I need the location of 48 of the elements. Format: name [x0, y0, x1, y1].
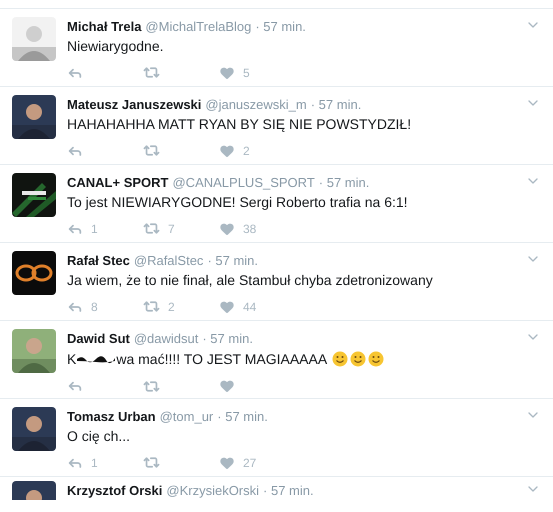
- like-count: 27: [243, 454, 256, 472]
- author-name[interactable]: CANAL+ SPORT: [67, 173, 168, 192]
- like-count: 5: [243, 64, 250, 82]
- author-handle: @dawidsut: [134, 330, 198, 348]
- tweet-time: · 57 min.: [255, 18, 306, 36]
- retweet-count: 2: [168, 298, 175, 316]
- tweet-text: Niewiarygodne.: [67, 36, 164, 56]
- reply-count: 1: [91, 220, 98, 238]
- heart-icon[interactable]: [219, 378, 235, 394]
- smiley-icon: [332, 351, 348, 367]
- author-handle: @MichalTrelaBlog: [145, 18, 252, 36]
- author-name[interactable]: Mateusz Januszewski: [67, 95, 202, 114]
- like-count: 2: [243, 142, 250, 160]
- reply-count: 8: [91, 298, 98, 316]
- reply-count: 1: [91, 454, 98, 472]
- tweet-time: · 57 min.: [318, 174, 370, 192]
- tweet-time: · 57 min.: [207, 252, 258, 270]
- author-handle: @tom_ur: [160, 408, 214, 426]
- author-handle: @CANALPLUS_SPORT: [172, 174, 315, 192]
- author-name[interactable]: Rafał Stec: [67, 251, 130, 270]
- tweet-text: O cię ch...: [67, 426, 132, 446]
- smiley-icon: [368, 351, 384, 367]
- author-name[interactable]: Tomasz Urban: [67, 407, 156, 426]
- retweet-count: 7: [168, 220, 175, 238]
- tweet-text: Ja wiem, że to nie finał, ale Stambuł chyba zdetronizowany: [67, 270, 434, 290]
- heart-icon[interactable]: [219, 298, 235, 314]
- like-count: 44: [243, 298, 256, 316]
- like-count: 38: [243, 220, 256, 238]
- smiley-icon: [350, 351, 366, 367]
- author-name[interactable]: Krzysztof Orski: [67, 481, 162, 500]
- author-name[interactable]: Michał Trela: [67, 17, 142, 36]
- heart-icon[interactable]: [219, 454, 235, 470]
- author-handle: @KrzysiekOrski: [166, 482, 260, 500]
- tweet-time: · 57 min.: [202, 330, 253, 348]
- tweet-time: · 57 min.: [263, 482, 314, 500]
- author-handle: @januszewski_m: [205, 96, 307, 114]
- author-name[interactable]: Dawid Sut: [67, 329, 130, 348]
- heart-icon[interactable]: [219, 64, 235, 80]
- heart-icon[interactable]: [219, 220, 235, 236]
- tweet-text: To jest NIEWIARYGODNE! Sergi Roberto trafia na 6:1!: [67, 192, 409, 212]
- tweet-text: K: [67, 350, 76, 368]
- scribble-drawing: [76, 354, 116, 364]
- tweet-time: · 57 min.: [217, 408, 268, 426]
- tweet-time: · 57 min.: [310, 96, 362, 114]
- tweet-text: wa mać!!!! TO JEST MAGIAAAAA: [116, 350, 328, 368]
- tweet-text: HAHAHAHHA MATT RYAN BY SIĘ NIE POWSTYDZIŁ!: [67, 114, 412, 134]
- author-handle: @RafalStec: [134, 252, 204, 270]
- heart-icon[interactable]: [219, 142, 235, 158]
